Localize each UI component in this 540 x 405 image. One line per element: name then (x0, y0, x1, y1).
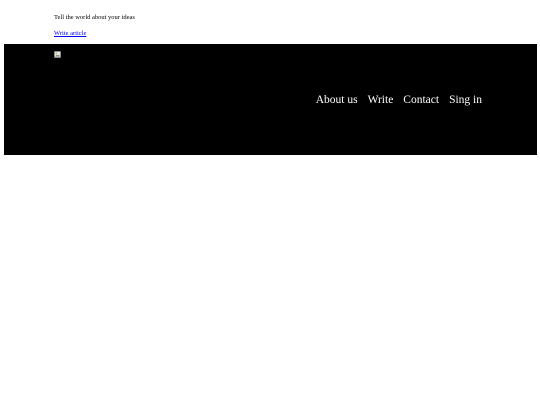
nav-item-contact[interactable]: Contact (403, 93, 439, 107)
broken-image-icon[interactable] (54, 51, 61, 58)
tagline: Tell the world about your ideas (54, 14, 135, 21)
main-menu: About us Write Contact Sing in (316, 93, 482, 107)
write-article-link[interactable]: Write article (54, 30, 86, 38)
navigation-bar: About us Write Contact Sing in (4, 44, 537, 155)
top-area: Tell the world about your ideas Write ar… (0, 0, 540, 44)
nav-item-about-us[interactable]: About us (316, 93, 358, 107)
nav-item-write[interactable]: Write (368, 93, 394, 107)
nav-item-sign-in[interactable]: Sing in (449, 93, 482, 107)
